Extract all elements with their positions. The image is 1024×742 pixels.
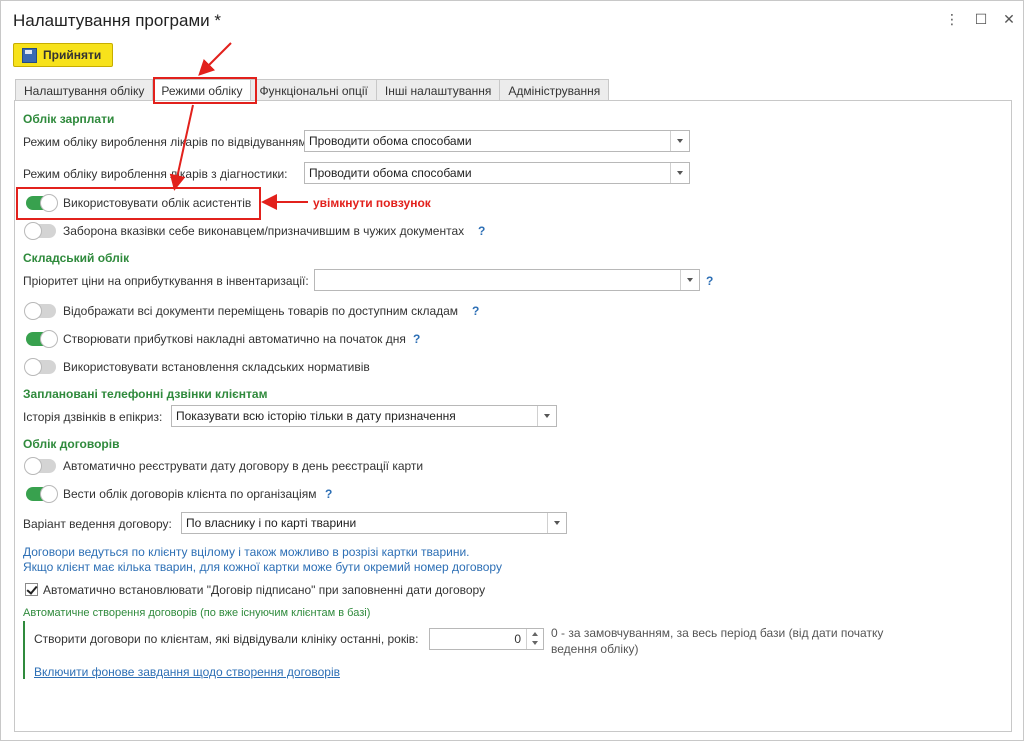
arrow-to-toggle [169,104,194,191]
annotation-arrows [169,42,308,210]
settings-window: Налаштування програми * ⋮ ☐ ✕ Прийняти Н… [0,0,1024,741]
arrow-to-tab [198,42,232,76]
